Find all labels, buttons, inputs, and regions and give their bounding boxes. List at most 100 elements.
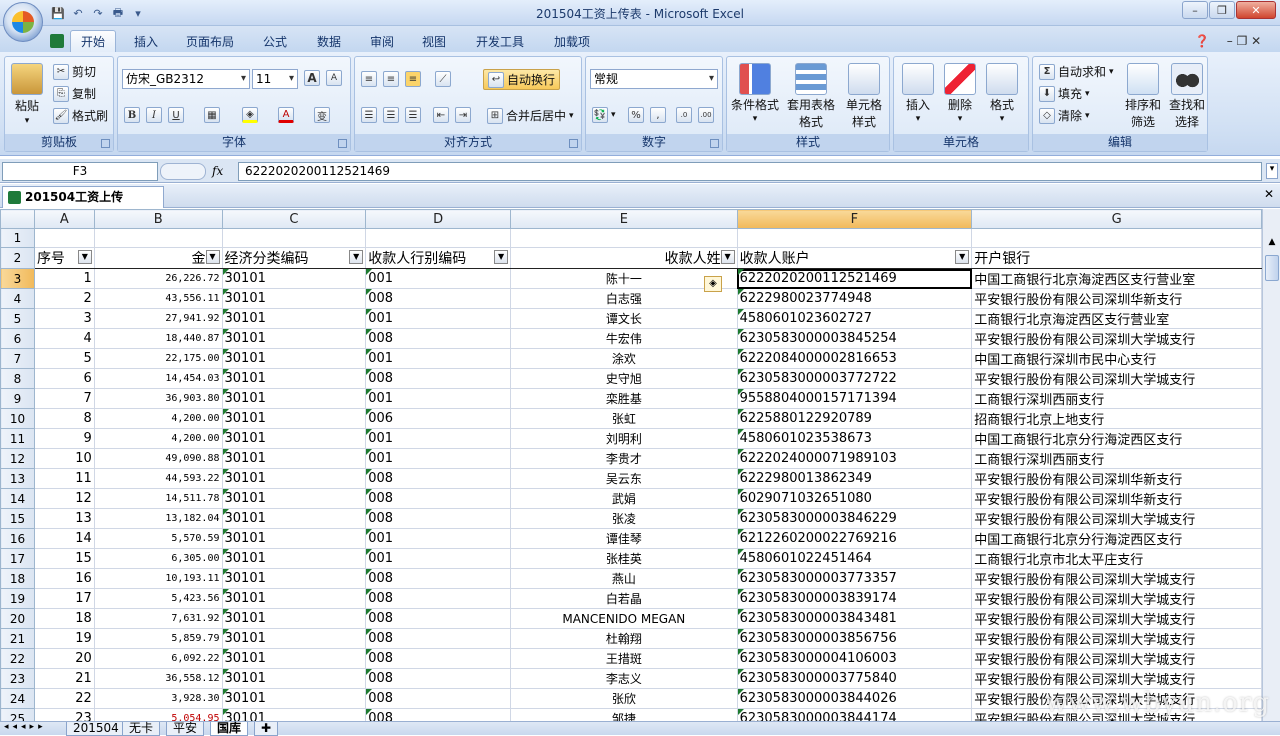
autosum-button[interactable]: Σ 自动求和 ▾ <box>1039 63 1114 80</box>
cell-seq[interactable]: 23 <box>33 708 95 721</box>
cell[interactable] <box>365 228 512 248</box>
cell-bank-name[interactable]: 中国工商银行北京分行海淀西区支行 <box>971 428 1262 449</box>
cell[interactable] <box>971 228 1262 248</box>
cell-seq[interactable]: 16 <box>33 568 95 589</box>
cell-seq[interactable]: 8 <box>33 408 95 429</box>
vertical-scrollbar[interactable]: ▲ <box>1262 209 1280 721</box>
cell-bank-name[interactable]: 平安银行股份有限公司深圳大学城支行 <box>971 328 1262 349</box>
cell-seq[interactable]: 19 <box>33 628 95 649</box>
cell-bank-name[interactable]: 平安银行股份有限公司深圳大学城支行 <box>971 648 1262 669</box>
cell-payee-account[interactable]: 6230583000003844026 <box>736 688 973 709</box>
cell-payee-account[interactable]: 6230583000003845254 <box>736 328 973 349</box>
row-header[interactable]: 5 <box>0 308 35 329</box>
number-format-combo[interactable]: 常规 <box>590 69 718 89</box>
header-cell[interactable]: 经济分类编码 ▼ <box>221 247 367 269</box>
row-header[interactable]: 7 <box>0 348 35 369</box>
cell-amount[interactable]: 49,090.88 <box>93 448 223 469</box>
phonetic-button[interactable]: 变 <box>314 107 330 123</box>
cell-econ-code[interactable]: 30101 <box>221 388 367 409</box>
align-center-button[interactable]: ☰ <box>383 107 399 123</box>
clear-button[interactable]: ◇ 清除 ▾ <box>1039 107 1090 124</box>
cell-amount[interactable]: 6,092.22 <box>93 648 223 669</box>
row-header[interactable]: 24 <box>0 688 35 709</box>
cell-payee-account[interactable]: 6230583000003839174 <box>736 588 973 609</box>
document-tab[interactable]: 201504工资上传表.xlsx <box>2 186 164 224</box>
cell-seq[interactable]: 11 <box>33 468 95 489</box>
cell-bank-code[interactable]: 008 <box>365 688 512 709</box>
format-as-table-button[interactable]: 套用表格格式 <box>785 63 837 130</box>
cell-econ-code[interactable]: 30101 <box>221 548 367 569</box>
tab-page-layout[interactable]: 页面布局 <box>176 30 244 52</box>
cell-bank-name[interactable]: 工商银行深圳西丽支行 <box>971 388 1262 409</box>
select-all-corner[interactable] <box>0 209 35 229</box>
cell-econ-code[interactable]: 30101 <box>221 468 367 489</box>
name-box[interactable]: F3 <box>2 162 158 181</box>
cell-amount[interactable]: 4,200.00 <box>93 408 223 429</box>
sheet-tab[interactable]: 201504 <box>66 722 126 736</box>
cell-payee-name[interactable]: 李贵才 <box>510 448 738 469</box>
cell-amount[interactable]: 44,593.22 <box>93 468 223 489</box>
cell-payee-account[interactable]: 6225880122920789 <box>736 408 973 429</box>
cell[interactable] <box>93 228 223 248</box>
cell-bank-code[interactable]: 008 <box>365 588 512 609</box>
cell-payee-account[interactable]: 6230583000003844174 <box>736 708 973 721</box>
cell-payee-account[interactable]: 6230583000003843481 <box>736 608 973 629</box>
row-header[interactable]: 4 <box>0 288 35 309</box>
cell-econ-code[interactable]: 30101 <box>221 428 367 449</box>
filter-dropdown-icon[interactable]: ▼ <box>720 250 735 264</box>
italic-button[interactable]: I <box>146 107 162 123</box>
cell-styles-button[interactable]: 单元格样式 <box>841 63 887 130</box>
cell-amount[interactable]: 36,903.80 <box>93 388 223 409</box>
cell-econ-code[interactable]: 30101 <box>221 508 367 529</box>
cell-bank-name[interactable]: 平安银行股份有限公司深圳大学城支行 <box>971 508 1262 529</box>
office-button[interactable] <box>3 2 43 42</box>
cell-econ-code[interactable]: 30101 <box>221 688 367 709</box>
cell-econ-code[interactable]: 30101 <box>221 308 367 329</box>
decrease-decimal-button[interactable]: .00 <box>698 107 714 123</box>
cell-bank-code[interactable]: 001 <box>365 448 512 469</box>
dialog-launcher-icon[interactable] <box>338 139 347 148</box>
header-cell[interactable]: 序号 ▼ <box>33 247 95 269</box>
tab-data[interactable]: 数据 <box>306 30 352 52</box>
cell-seq[interactable]: 1 <box>33 268 95 289</box>
cell-bank-code[interactable]: 006 <box>365 408 512 429</box>
cell-payee-account[interactable]: 6222980013862349 <box>736 468 973 489</box>
cell-bank-code[interactable]: 008 <box>365 468 512 489</box>
cell-payee-account[interactable]: 6230583000003856756 <box>736 628 973 649</box>
cell-payee-name[interactable]: 谭佳琴 <box>510 528 738 549</box>
cell-seq[interactable]: 2 <box>33 288 95 309</box>
cell-payee-name[interactable]: 张欣 <box>510 688 738 709</box>
cell-payee-name[interactable]: 李志义 <box>510 668 738 689</box>
cell-bank-name[interactable]: 平安银行股份有限公司深圳大学城支行 <box>971 368 1262 389</box>
cell-seq[interactable]: 12 <box>33 488 95 509</box>
cell-bank-name[interactable]: 招商银行北京上地支行 <box>971 408 1262 429</box>
cell-econ-code[interactable]: 30101 <box>221 448 367 469</box>
cell-payee-name[interactable]: 涂欢 <box>510 348 738 369</box>
cell-seq[interactable]: 22 <box>33 688 95 709</box>
cell-payee-name[interactable]: 杜翰翔 <box>510 628 738 649</box>
column-header[interactable]: A <box>33 209 95 229</box>
cell-amount[interactable]: 4,200.00 <box>93 428 223 449</box>
cell-seq[interactable]: 17 <box>33 588 95 609</box>
cell-amount[interactable]: 18,440.87 <box>93 328 223 349</box>
cell-amount[interactable]: 14,454.03 <box>93 368 223 389</box>
orientation-button[interactable]: ⟋ <box>435 71 451 87</box>
cell-payee-name[interactable]: 武娟 <box>510 488 738 509</box>
cell-payee-account[interactable]: 6222980023774948 <box>736 288 973 309</box>
row-header[interactable]: 16 <box>0 528 35 549</box>
cell-econ-code[interactable]: 30101 <box>221 628 367 649</box>
scroll-up-icon[interactable]: ▲ <box>1265 237 1279 251</box>
header-cell[interactable]: 收款人账户 ▼ <box>736 247 973 269</box>
cell-amount[interactable]: 6,305.00 <box>93 548 223 569</box>
cell-payee-name[interactable]: 燕山 <box>510 568 738 589</box>
cell-payee-name[interactable]: 牛宏伟 <box>510 328 738 349</box>
filter-dropdown-icon[interactable]: ▼ <box>494 250 509 264</box>
format-cells-button[interactable]: 格式 ▾ <box>986 63 1018 124</box>
filter-dropdown-icon[interactable]: ▼ <box>205 250 220 264</box>
cell-bank-name[interactable]: 平安银行股份有限公司深圳华新支行 <box>971 468 1262 489</box>
filter-dropdown-icon[interactable]: ▼ <box>77 250 92 264</box>
cell-payee-account[interactable]: 4580601023602727 <box>736 308 973 329</box>
cell-bank-code[interactable]: 008 <box>365 648 512 669</box>
cell-amount[interactable]: 5,423.56 <box>93 588 223 609</box>
cell-econ-code[interactable]: 30101 <box>221 528 367 549</box>
